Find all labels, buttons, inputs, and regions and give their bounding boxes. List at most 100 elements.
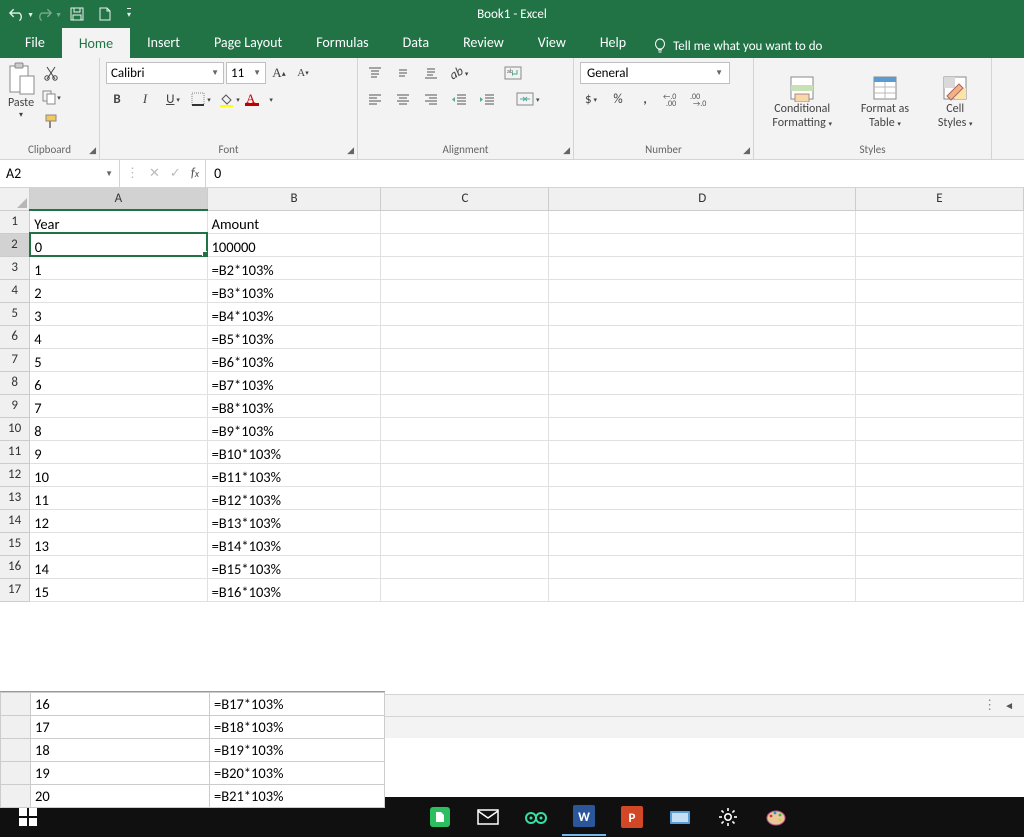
cell-C7[interactable] xyxy=(381,348,549,371)
paint-icon[interactable] xyxy=(754,798,798,836)
conditional-formatting-button[interactable]: Conditional Formatting ▾ xyxy=(772,74,832,130)
tab-view[interactable]: View xyxy=(521,27,583,58)
row-header-9[interactable]: 9 xyxy=(0,394,30,417)
overflow-cell-b-0[interactable]: =B17*103% xyxy=(210,693,385,716)
column-header-E[interactable]: E xyxy=(855,188,1023,210)
cell-C3[interactable] xyxy=(381,256,549,279)
cell-D16[interactable] xyxy=(549,555,855,578)
alignment-launcher[interactable]: ◢ xyxy=(563,145,570,156)
align-left-button[interactable] xyxy=(364,88,386,110)
font-name-combo[interactable]: Calibri▼ xyxy=(106,62,224,84)
cell-A4[interactable]: 2 xyxy=(30,279,207,302)
row-header-6[interactable]: 6 xyxy=(0,325,30,348)
cell-E12[interactable] xyxy=(855,463,1023,486)
font-size-combo[interactable]: 11▼ xyxy=(226,62,266,84)
row-header-11[interactable]: 11 xyxy=(0,440,30,463)
increase-decimal-button[interactable]: ←.0.00 xyxy=(661,88,683,110)
cut-button[interactable] xyxy=(40,62,62,84)
cell-A1[interactable]: Year xyxy=(30,210,207,233)
decrease-font-button[interactable]: A▾ xyxy=(292,62,314,84)
cell-B15[interactable]: =B14*103% xyxy=(207,532,381,555)
cell-E10[interactable] xyxy=(855,417,1023,440)
cell-A15[interactable]: 13 xyxy=(30,532,207,555)
cell-E11[interactable] xyxy=(855,440,1023,463)
cell-A6[interactable]: 4 xyxy=(30,325,207,348)
decrease-indent-button[interactable] xyxy=(448,88,470,110)
cell-B11[interactable]: =B10*103% xyxy=(207,440,381,463)
cell-D1[interactable] xyxy=(549,210,855,233)
row-header-2[interactable]: 2 xyxy=(0,233,30,256)
column-header-B[interactable]: B xyxy=(207,188,381,210)
cell-A14[interactable]: 12 xyxy=(30,509,207,532)
cell-A2[interactable]: 0 xyxy=(30,233,207,256)
cell-C4[interactable] xyxy=(381,279,549,302)
tab-review[interactable]: Review xyxy=(446,27,521,58)
cell-E17[interactable] xyxy=(855,578,1023,601)
cell-D13[interactable] xyxy=(549,486,855,509)
cell-A13[interactable]: 11 xyxy=(30,486,207,509)
tab-help[interactable]: Help xyxy=(583,27,643,58)
cell-D8[interactable] xyxy=(549,371,855,394)
cell-D17[interactable] xyxy=(549,578,855,601)
row-header-5[interactable]: 5 xyxy=(0,302,30,325)
cell-D5[interactable] xyxy=(549,302,855,325)
cell-A9[interactable]: 7 xyxy=(30,394,207,417)
overflow-cell-a-1[interactable]: 17 xyxy=(31,716,210,739)
row-header-15[interactable]: 15 xyxy=(0,532,30,555)
cell-B10[interactable]: =B9*103% xyxy=(207,417,381,440)
comma-format-button[interactable]: , xyxy=(634,88,656,110)
cell-A5[interactable]: 3 xyxy=(30,302,207,325)
row-header-12[interactable]: 12 xyxy=(0,463,30,486)
mail-icon[interactable] xyxy=(466,798,510,836)
underline-button[interactable]: U▾ xyxy=(162,88,184,110)
overflow-cell-a-3[interactable]: 19 xyxy=(31,762,210,785)
number-launcher[interactable]: ◢ xyxy=(743,145,750,156)
cell-E16[interactable] xyxy=(855,555,1023,578)
cell-C17[interactable] xyxy=(381,578,549,601)
cancel-formula-button[interactable]: ✕ xyxy=(149,166,160,181)
copy-button[interactable]: ▾ xyxy=(40,86,62,108)
cell-E4[interactable] xyxy=(855,279,1023,302)
cell-A17[interactable]: 15 xyxy=(30,578,207,601)
row-header-10[interactable]: 10 xyxy=(0,417,30,440)
column-header-A[interactable]: A xyxy=(30,188,207,210)
italic-button[interactable]: I xyxy=(134,88,156,110)
cell-B4[interactable]: =B3*103% xyxy=(207,279,381,302)
cell-C14[interactable] xyxy=(381,509,549,532)
overflow-cell-a-4[interactable]: 20 xyxy=(31,785,210,808)
cell-B5[interactable]: =B4*103% xyxy=(207,302,381,325)
cell-C8[interactable] xyxy=(381,371,549,394)
row-header-13[interactable]: 13 xyxy=(0,486,30,509)
font-launcher[interactable]: ◢ xyxy=(347,145,354,156)
cell-E7[interactable] xyxy=(855,348,1023,371)
cell-A16[interactable]: 14 xyxy=(30,555,207,578)
cell-B14[interactable]: =B13*103% xyxy=(207,509,381,532)
overflow-cell-a-0[interactable]: 16 xyxy=(31,693,210,716)
row-header-17[interactable]: 17 xyxy=(0,578,30,601)
clipboard-launcher[interactable]: ◢ xyxy=(89,145,96,156)
cell-C2[interactable] xyxy=(381,233,549,256)
cell-E8[interactable] xyxy=(855,371,1023,394)
fill-color-button[interactable]: ▾ xyxy=(218,88,240,110)
cell-B1[interactable]: Amount xyxy=(207,210,381,233)
borders-button[interactable]: ▾ xyxy=(190,88,212,110)
cell-D15[interactable] xyxy=(549,532,855,555)
format-as-table-button[interactable]: Format as Table ▾ xyxy=(861,74,909,130)
tab-insert[interactable]: Insert xyxy=(130,27,197,58)
cell-D14[interactable] xyxy=(549,509,855,532)
align-top-button[interactable] xyxy=(364,62,386,84)
select-all-corner[interactable] xyxy=(0,188,30,210)
tab-page-layout[interactable]: Page Layout xyxy=(197,27,299,58)
evernote-icon[interactable] xyxy=(418,798,462,836)
cell-C9[interactable] xyxy=(381,394,549,417)
cell-D4[interactable] xyxy=(549,279,855,302)
tab-data[interactable]: Data xyxy=(386,27,446,58)
overflow-cell-b-4[interactable]: =B21*103% xyxy=(210,785,385,808)
tab-file[interactable]: File xyxy=(8,27,62,58)
redo-button[interactable]: ▼ xyxy=(36,2,62,26)
cell-A3[interactable]: 1 xyxy=(30,256,207,279)
tab-formulas[interactable]: Formulas xyxy=(299,27,385,58)
cell-C6[interactable] xyxy=(381,325,549,348)
settings-icon[interactable] xyxy=(706,798,750,836)
cell-B7[interactable]: =B6*103% xyxy=(207,348,381,371)
